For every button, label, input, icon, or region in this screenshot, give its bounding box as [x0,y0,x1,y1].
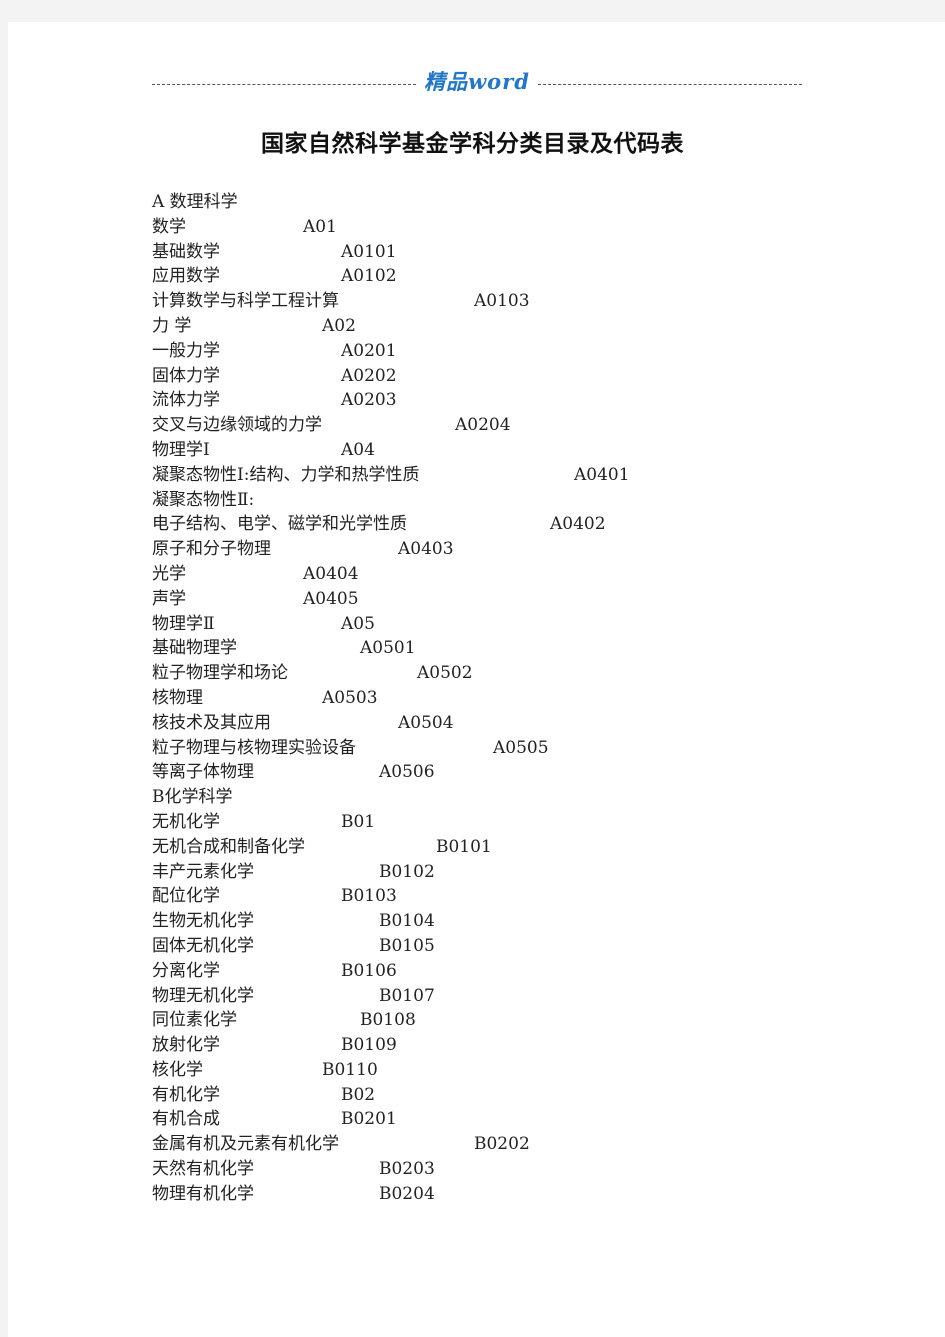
discipline-name: 数学 [152,216,186,237]
discipline-name: 核化学 [152,1059,203,1080]
discipline-code: B0203 [379,1159,435,1180]
discipline-name: 有机化学 [152,1084,220,1105]
discipline-code: A01 [303,216,337,237]
discipline-name: 固体力学 [152,365,220,386]
discipline-code: B0201 [341,1109,397,1130]
discipline-code: A0403 [398,539,454,560]
discipline-name: 声学 [152,588,186,609]
discipline-name: 电子结构、电学、磁学和光学性质 [152,514,407,535]
discipline-code: B0103 [341,886,397,907]
discipline-name: 交叉与边缘领域的力学 [152,415,322,436]
discipline-code: B0104 [379,911,435,932]
discipline-name: A 数理科学 [152,192,238,212]
discipline-name: 光学 [152,563,186,584]
document-title: 国家自然科学基金学科分类目录及代码表 [261,131,684,157]
discipline-code: B0101 [436,836,492,857]
discipline-name: 同位素化学 [152,1010,237,1031]
discipline-code: A0405 [303,588,359,609]
discipline-name: 计算数学与科学工程计算 [152,291,339,312]
discipline-code: A0504 [398,712,454,733]
discipline-code: A0204 [455,415,511,436]
discipline-name: 金属有机及元素有机化学 [152,1134,339,1155]
discipline-name: 配位化学 [152,886,220,907]
discipline-code: A0103 [474,291,530,312]
discipline-name: 物理学Ⅰ [152,439,210,460]
discipline-code: A0401 [574,464,630,485]
discipline-name: 无机合成和制备化学 [152,836,305,857]
discipline-name: 原子和分子物理 [152,539,271,560]
discipline-name: 粒子物理与核物理实验设备 [152,737,356,758]
discipline-name: 核技术及其应用 [152,712,271,733]
discipline-code: B0109 [341,1035,397,1056]
discipline-name: 固体无机化学 [152,935,254,956]
discipline-name: 粒子物理学和场论 [152,663,288,684]
discipline-name: 凝聚态物性Ⅱ: [152,489,255,510]
page-header: 精品word [152,66,802,96]
discipline-code: B0204 [379,1183,435,1204]
discipline-code: B01 [341,811,376,832]
discipline-code: A0505 [493,737,549,758]
discipline-code: A0502 [417,663,473,684]
discipline-name: 一般力学 [152,340,220,361]
discipline-name: 等离子体物理 [152,762,254,783]
discipline-code: A04 [341,439,375,460]
discipline-code: B0107 [379,985,435,1006]
discipline-name: 丰产元素化学 [152,861,254,882]
discipline-code: B0105 [379,935,435,956]
discipline-code: A0503 [322,687,378,708]
discipline-code: B0108 [360,1010,416,1031]
brand-label: 精品word [424,69,530,94]
discipline-name: 核物理 [152,687,203,708]
header-dashed-line-right [537,83,802,85]
discipline-code: B0106 [341,960,397,981]
discipline-name: 流体力学 [152,390,220,411]
discipline-name: 有机合成 [152,1109,220,1130]
discipline-name: 物理学Ⅱ [152,613,215,634]
discipline-code: A0201 [341,340,397,361]
discipline-code: A0102 [341,266,397,287]
discipline-code: A0202 [341,365,397,386]
discipline-name: 基础数学 [152,241,220,262]
discipline-name: 凝聚态物性Ⅰ:结构、力学和热学性质 [152,464,420,485]
discipline-code: B0110 [322,1059,378,1080]
discipline-code: A0101 [341,241,397,262]
discipline-code: A0203 [341,390,397,411]
discipline-name: 分离化学 [152,960,220,981]
discipline-code: B0202 [474,1134,530,1155]
discipline-code: A0506 [379,762,435,783]
discipline-code: A0501 [360,638,416,659]
discipline-name: 基础物理学 [152,638,237,659]
discipline-name: 放射化学 [152,1035,220,1056]
discipline-name: B化学科学 [152,787,233,808]
discipline-code: B0102 [379,861,435,882]
discipline-name: 生物无机化学 [152,911,254,932]
discipline-name: 应用数学 [152,266,220,287]
discipline-code: A0404 [303,563,359,584]
discipline-code: B02 [341,1084,376,1105]
discipline-name: 天然有机化学 [152,1159,254,1180]
discipline-name: 物理有机化学 [152,1183,254,1204]
discipline-code: A05 [341,613,375,634]
discipline-name: 无机化学 [152,811,220,832]
discipline-code: A0402 [550,514,606,535]
discipline-code: A02 [322,315,356,336]
discipline-name: 物理无机化学 [152,985,254,1006]
discipline-name: 力 学 [152,315,192,336]
header-dashed-line-left [152,83,417,85]
